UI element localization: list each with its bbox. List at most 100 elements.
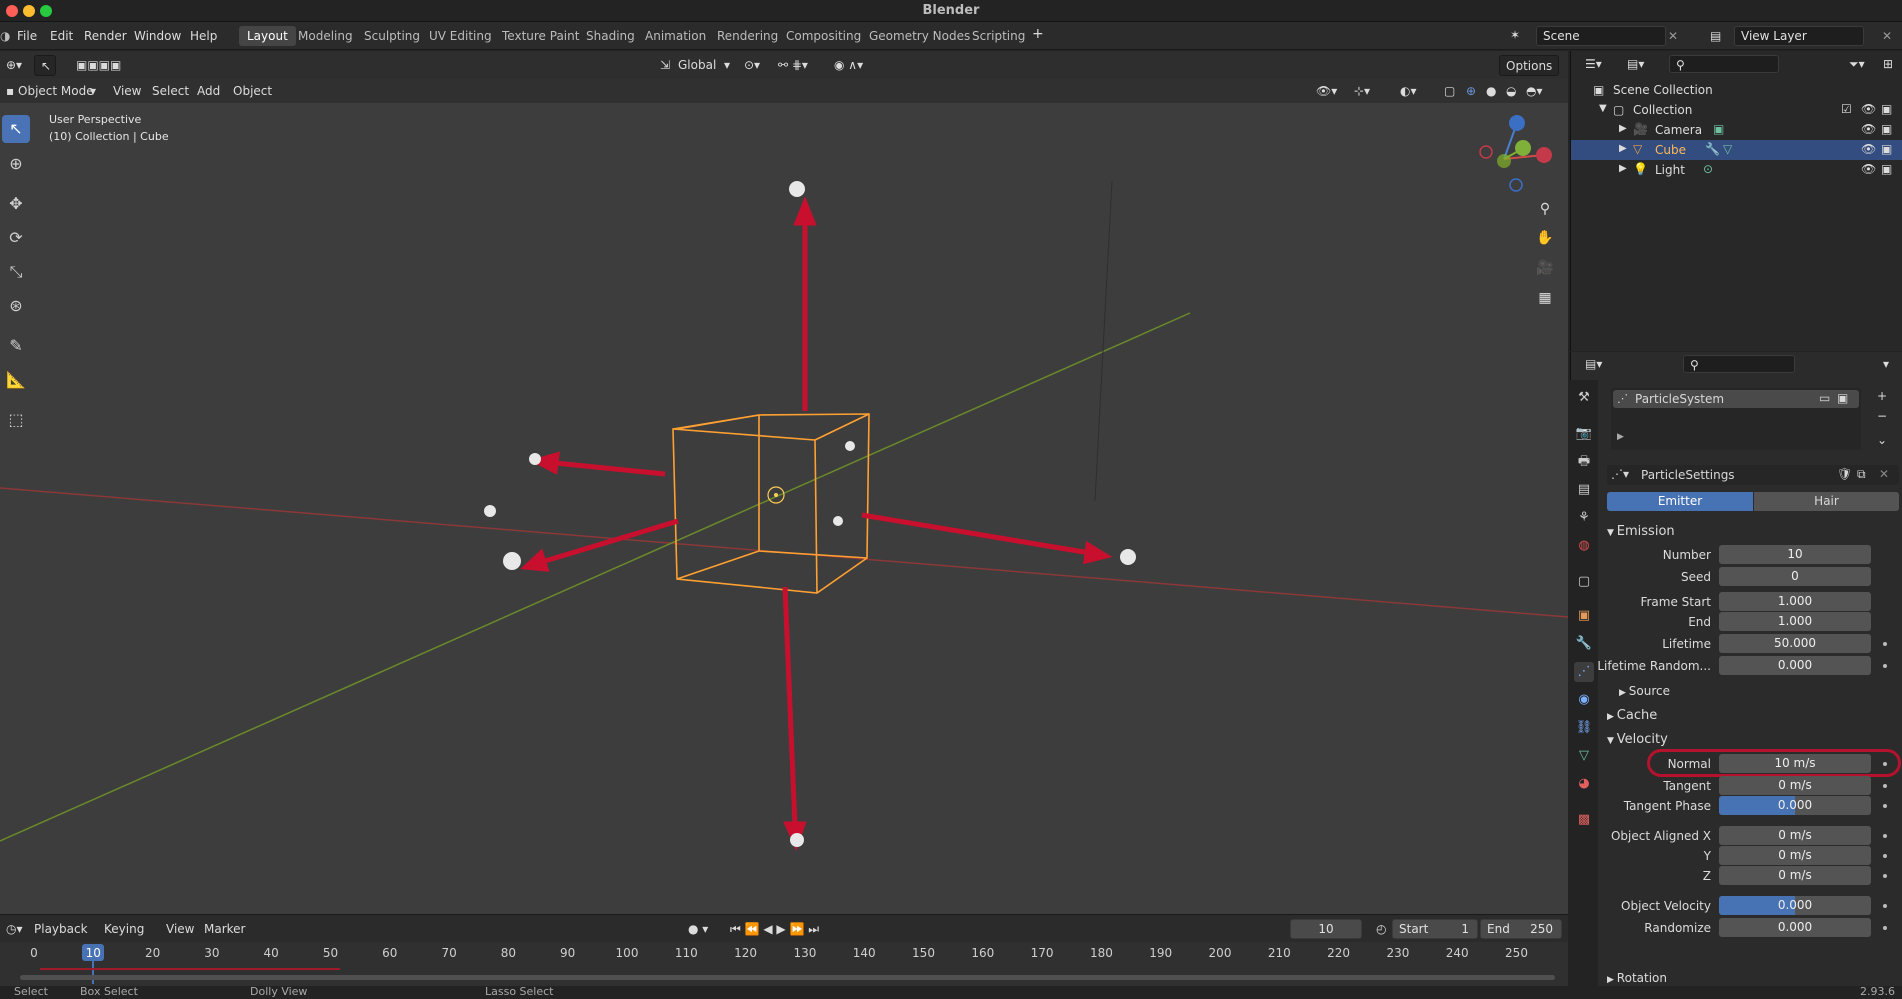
modifier-tab-icon[interactable]: 🔧 — [1574, 634, 1594, 654]
tangent-phase-slider[interactable]: 0.000 — [1719, 796, 1871, 815]
properties-options-chevron-icon[interactable]: ▾ — [1877, 354, 1895, 375]
camera-render-icon[interactable]: ▣ — [1881, 102, 1892, 116]
visibility-icon[interactable]: 👁▾ — [1310, 81, 1343, 102]
particles-tab-icon[interactable]: ⋰ — [1574, 662, 1594, 682]
menu-render[interactable]: Render — [84, 29, 127, 43]
tab-compositing[interactable]: Compositing — [778, 26, 869, 46]
outliner-row-light[interactable]: ▶ 💡 Light ⊙ 👁 ▣ — [1571, 160, 1902, 180]
specials-chevron-icon[interactable]: ⌄ — [1871, 430, 1893, 451]
select-tool-icon[interactable]: ↖ — [34, 55, 56, 76]
rotation-panel-header[interactable]: ▶ Rotation — [1607, 971, 1667, 985]
select-mode-icons[interactable]: ▣▣▣▣ — [70, 55, 127, 76]
view-layer-tab-icon[interactable]: ▤ — [1574, 480, 1594, 500]
data-tab-icon[interactable]: ▽ — [1574, 746, 1594, 766]
emission-panel-header[interactable]: ▼ Emission — [1607, 524, 1675, 539]
eye-icon[interactable]: 👁 — [1861, 122, 1876, 136]
keyframe-dot-icon[interactable] — [1883, 926, 1887, 930]
keyframe-dot-icon[interactable] — [1883, 834, 1887, 838]
measure-tool-icon[interactable]: 📐 — [2, 366, 30, 394]
annotate-tool-icon[interactable]: ✎ — [2, 332, 30, 360]
pan-hand-icon[interactable]: ✋ — [1534, 227, 1556, 249]
tab-rendering[interactable]: Rendering — [709, 26, 786, 46]
scene-close-icon[interactable]: ✕ — [1668, 29, 1678, 43]
frame-start-field[interactable]: 1.000 — [1719, 592, 1871, 611]
tab-sculpting[interactable]: Sculpting — [356, 26, 428, 46]
snap-icon[interactable]: ⚯ ⋕▾ — [772, 55, 814, 76]
fake-user-shield-icon[interactable]: 🛡 — [1837, 467, 1852, 481]
keyframe-dot-icon[interactable] — [1883, 874, 1887, 878]
view-layer-close-icon[interactable]: ✕ — [1882, 29, 1892, 43]
camera-render-icon[interactable]: ▣ — [1881, 142, 1892, 156]
keyframe-dot-icon[interactable] — [1883, 854, 1887, 858]
duplicate-icon[interactable]: ⧉ — [1857, 467, 1866, 482]
outliner-row-collection[interactable]: ▼ ▢ Collection ☑ 👁 ▣ — [1571, 100, 1902, 120]
outliner-search-input[interactable]: ⚲ — [1669, 55, 1779, 73]
menu-help[interactable]: Help — [190, 29, 217, 43]
display-mode-icon[interactable]: ▤▾ — [1621, 54, 1650, 75]
seed-field[interactable]: 0 — [1719, 567, 1871, 586]
add-slot-icon[interactable]: + — [1871, 386, 1893, 407]
tool-tab-icon[interactable]: ⚒ — [1574, 388, 1594, 408]
scene-selector[interactable]: Scene — [1536, 26, 1666, 46]
material-tab-icon[interactable]: ◕ — [1574, 774, 1594, 794]
tab-shading[interactable]: Shading — [578, 26, 643, 46]
scale-tool-icon[interactable]: ⤡ — [2, 258, 30, 286]
properties-editor-icon[interactable]: ▤▾ — [1579, 354, 1608, 375]
number-field[interactable]: 10 — [1719, 545, 1871, 564]
velocity-panel-header[interactable]: ▼ Velocity — [1607, 732, 1668, 747]
preview-range-icon[interactable]: ◴ — [1370, 919, 1392, 940]
camera-data-icon[interactable]: ▣ — [1713, 122, 1724, 136]
outliner-row-camera[interactable]: ▶ 🎥 Camera ▣ 👁 ▣ — [1571, 120, 1902, 140]
view-layer-selector[interactable]: View Layer — [1734, 26, 1864, 46]
menu-timeline-view[interactable]: View — [160, 919, 200, 940]
texture-tab-icon[interactable]: ▩ — [1574, 810, 1594, 830]
menu-playback[interactable]: Playback — [28, 919, 94, 940]
keyframe-dot-icon[interactable] — [1883, 664, 1887, 668]
output-tab-icon[interactable]: 🖶 — [1574, 452, 1594, 472]
aligned-y-field[interactable]: 0 m/s — [1719, 846, 1871, 865]
lifetime-random-field[interactable]: 0.000 — [1719, 656, 1871, 675]
expand-chevron-icon[interactable]: ▶ — [1619, 143, 1627, 154]
expand-chevron-icon[interactable]: ▶ — [1619, 163, 1627, 174]
camera-render-icon[interactable]: ▣ — [1881, 122, 1892, 136]
proportional-edit-icon[interactable]: ◉ ∧▾ — [828, 55, 869, 76]
menu-object[interactable]: Object — [227, 81, 278, 102]
zoom-icon[interactable]: ⚲ — [1534, 198, 1556, 220]
particle-system-item[interactable]: ⋰ ParticleSystem ▭ ▣ — [1613, 390, 1859, 408]
source-subpanel-header[interactable]: ▶ Source — [1619, 684, 1670, 698]
aligned-x-field[interactable]: 0 m/s — [1719, 826, 1871, 845]
eye-icon[interactable]: 👁 — [1861, 102, 1876, 116]
mode-chevron-icon[interactable]: ▾ — [84, 81, 102, 102]
menu-marker[interactable]: Marker — [198, 919, 251, 940]
properties-search-input[interactable]: ⚲ — [1683, 355, 1795, 373]
physics-tab-icon[interactable]: ◉ — [1574, 690, 1594, 710]
menu-keying[interactable]: Keying — [98, 919, 150, 940]
pivot-point-icon[interactable]: ⊙▾ — [738, 55, 766, 76]
transform-tool-icon[interactable]: ⊛ — [2, 292, 30, 320]
list-expand-icon[interactable]: ▶ — [1617, 432, 1624, 442]
keyframe-dot-icon[interactable] — [1883, 804, 1887, 808]
menu-view[interactable]: View — [107, 81, 147, 102]
current-frame-field[interactable]: 10 — [1290, 919, 1362, 939]
move-tool-icon[interactable]: ✥ — [2, 190, 30, 218]
unlink-icon[interactable]: ✕ — [1879, 467, 1889, 481]
menu-add[interactable]: Add — [191, 81, 226, 102]
lifetime-field[interactable]: 50.000 — [1719, 634, 1871, 653]
scene-tab-icon[interactable]: ⚘ — [1574, 508, 1594, 528]
keyframe-dot-icon[interactable] — [1883, 904, 1887, 908]
editor-type-icon[interactable]: ⊕▾ — [0, 55, 28, 76]
light-data-icon[interactable]: ⊙ — [1703, 162, 1713, 176]
outliner-row-cube[interactable]: ▶ ▽ Cube 🔧 ▽ 👁 ▣ — [1571, 140, 1902, 160]
remove-slot-icon[interactable]: − — [1871, 406, 1893, 427]
shading-wireframe-icon[interactable]: ⊕ — [1460, 81, 1482, 102]
playback-controls-icon[interactable]: ⏮ ⏪ ◀ ▶ ⏩ ⏭ — [724, 919, 825, 940]
timeline-area[interactable]: 0 10 20 30 40 50 60 70 80 90 100 110 120 130 140 150 160… — [0, 942, 1568, 986]
menu-edit[interactable]: Edit — [50, 29, 73, 43]
blender-logo-icon[interactable]: ◑ — [0, 29, 10, 43]
world-tab-icon[interactable]: ◍ — [1574, 536, 1594, 556]
camera-view-icon[interactable]: 🎥 — [1534, 257, 1556, 279]
outliner-editor-icon[interactable]: ☰▾ — [1579, 54, 1608, 75]
menu-file[interactable]: File — [17, 29, 37, 43]
normal-velocity-field[interactable]: 10 m/s — [1719, 754, 1871, 773]
grid-toggle-icon[interactable]: ▦ — [1534, 287, 1556, 309]
